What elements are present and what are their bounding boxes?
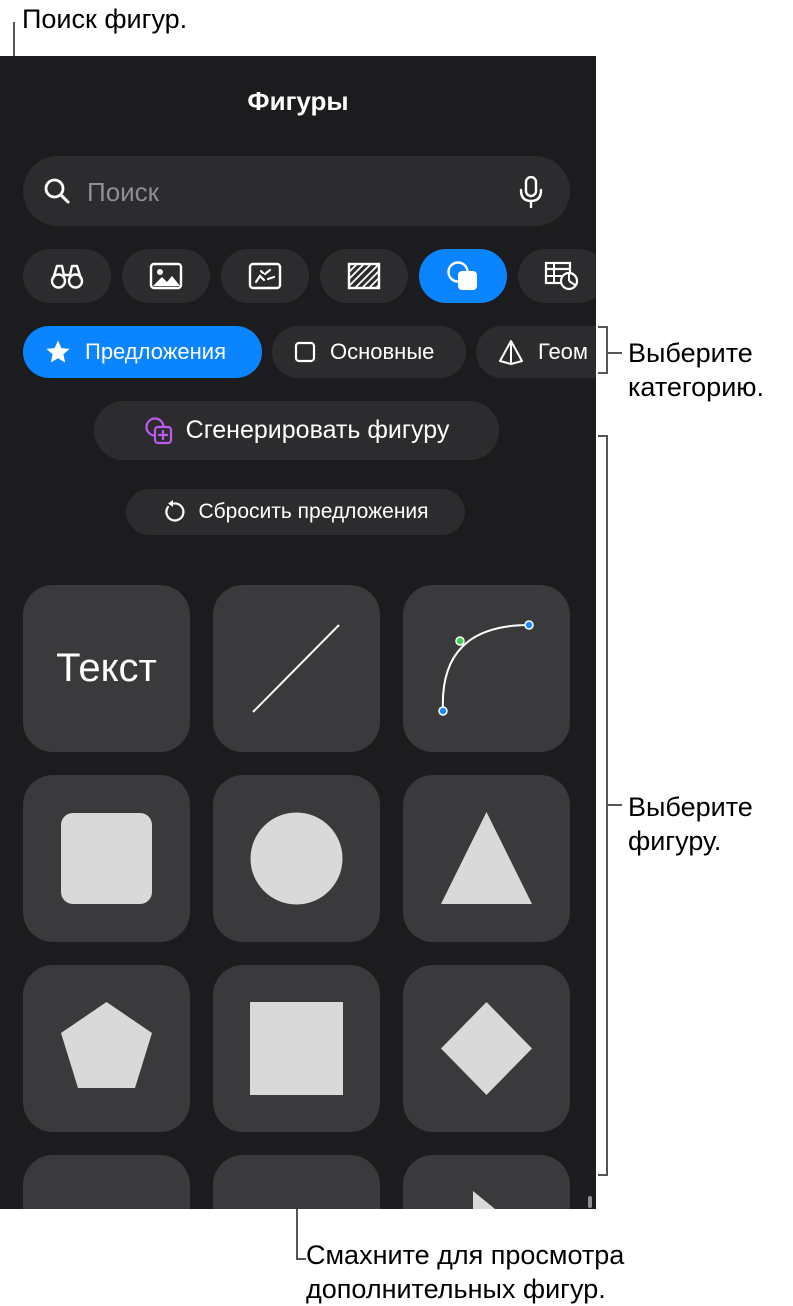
category-suggestions[interactable]: Предложения <box>23 326 262 378</box>
shape-tile-line[interactable] <box>213 585 380 752</box>
category-geometry[interactable]: Геом <box>476 326 596 378</box>
photo-icon <box>149 262 183 290</box>
bracket-category-pointer <box>608 352 622 354</box>
tab-binoculars[interactable] <box>23 249 111 303</box>
generate-shape-icon <box>145 416 172 444</box>
callout-choose-shape-2: фигуру. <box>628 826 722 856</box>
arrow-partial-shape <box>473 1191 495 1209</box>
line-shape <box>252 624 340 713</box>
bracket-category-top <box>598 326 608 328</box>
shape-tile-text[interactable]: Текст <box>23 585 190 752</box>
callout-choose-shape-1: Выберите <box>628 792 753 822</box>
shape-tile-curve[interactable] <box>403 585 570 752</box>
callout-search-shapes: Поиск фигур. <box>22 4 188 34</box>
scroll-indicator[interactable] <box>588 1196 592 1208</box>
shape-tile-rounded-square[interactable] <box>23 775 190 942</box>
search-input[interactable] <box>85 170 509 214</box>
generate-shape-button[interactable]: Сгенерировать фигуру <box>94 401 499 460</box>
diamond-shape <box>441 1002 532 1095</box>
bracket-shapes-top <box>598 435 608 437</box>
shape-tile-diamond[interactable] <box>403 965 570 1132</box>
shape-tile-pentagon[interactable] <box>23 965 190 1132</box>
table-chart-icon <box>544 261 579 291</box>
curve-shape <box>438 620 534 716</box>
generate-shape-label: Сгенерировать фигуру <box>185 416 450 444</box>
bracket-shapes-pointer <box>608 804 622 806</box>
triangle-shape <box>441 812 532 904</box>
category-geometry-label: Геом <box>538 339 589 364</box>
shape-tile-triangle[interactable] <box>403 775 570 942</box>
leader-line-swipe-tick <box>296 1258 306 1260</box>
tab-patterns[interactable] <box>320 249 408 303</box>
microphone-icon[interactable] <box>519 176 543 208</box>
binoculars-icon <box>50 264 84 289</box>
pattern-icon <box>347 262 381 290</box>
text-tile-label: Текст <box>56 646 157 690</box>
callout-choose-category-2: категорию. <box>628 372 765 402</box>
category-basic-label: Основные <box>330 339 435 364</box>
pentagon-shape <box>61 1002 152 1088</box>
bracket-category-vertical <box>606 326 608 374</box>
circle-shape <box>250 812 343 905</box>
shape-tile-square[interactable] <box>213 965 380 1132</box>
shape-tile-partial-1[interactable] <box>23 1155 190 1209</box>
tab-photos[interactable] <box>122 249 210 303</box>
square-outline-icon <box>294 341 316 363</box>
category-suggestions-label: Предложения <box>85 339 227 364</box>
tab-tables-charts[interactable] <box>518 249 596 303</box>
pyramid-icon <box>499 340 523 365</box>
tab-stickers[interactable] <box>221 249 309 303</box>
reset-arrow-icon <box>165 500 185 522</box>
callout-swipe-2: дополнительных фигур. <box>306 1274 606 1304</box>
category-basic[interactable]: Основные <box>272 326 466 378</box>
magnifier-icon <box>44 178 70 204</box>
shapes-icon <box>447 261 477 290</box>
shape-tile-circle[interactable] <box>213 775 380 942</box>
search-bar[interactable] <box>23 156 570 226</box>
square-shape <box>250 1002 343 1095</box>
tab-shapes[interactable] <box>419 249 507 303</box>
reset-suggestions-button[interactable]: Сбросить предложения <box>126 489 465 535</box>
callout-swipe-1: Смахните для просмотра <box>306 1240 625 1270</box>
panel-title: Фигуры <box>247 86 349 116</box>
shape-tile-partial-2[interactable] <box>213 1155 380 1209</box>
shape-tile-partial-3[interactable] <box>403 1155 570 1209</box>
reset-suggestions-label: Сбросить предложения <box>198 500 429 523</box>
callout-choose-category-1: Выберите <box>628 338 753 368</box>
star-icon <box>46 340 70 363</box>
bracket-shapes-bottom <box>598 1174 608 1176</box>
rounded-square-shape <box>61 813 152 904</box>
photo-sticker-icon <box>248 262 282 290</box>
bracket-category-bottom <box>598 372 608 374</box>
shapes-panel: Фигуры Поиск Предложения Основные Геом С… <box>0 56 596 1209</box>
